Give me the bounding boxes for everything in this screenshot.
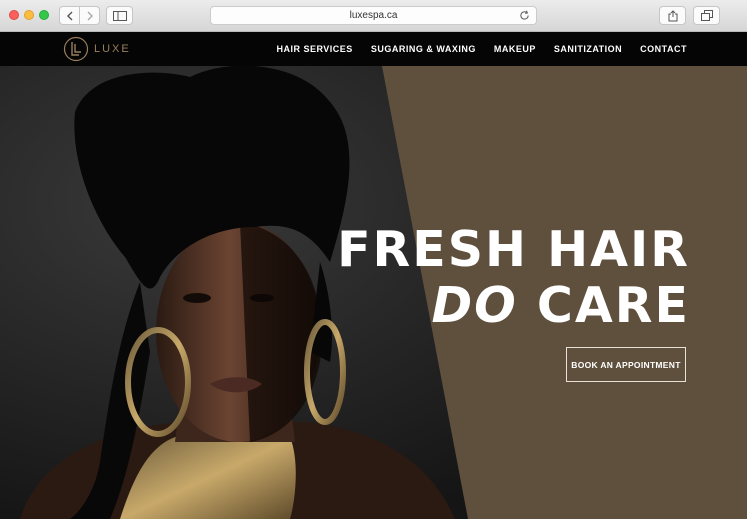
- forward-icon: [87, 11, 93, 20]
- nav-hair-services[interactable]: HAIR SERVICES: [276, 44, 352, 54]
- forward-button[interactable]: [79, 6, 100, 25]
- website-viewport: LUXE HAIR SERVICES SUGARING & WAXING MAK…: [0, 32, 747, 519]
- tabs-icon: [700, 10, 713, 21]
- main-nav: HAIR SERVICES SUGARING & WAXING MAKEUP S…: [258, 32, 687, 66]
- zoom-window-button[interactable]: [39, 10, 49, 20]
- book-appointment-button[interactable]: BOOK AN APPOINTMENT: [566, 347, 686, 382]
- browser-toolbar: luxespa.ca: [0, 0, 747, 32]
- reload-icon[interactable]: [519, 10, 530, 21]
- share-icon: [668, 9, 677, 21]
- sidebar-button[interactable]: [106, 6, 133, 25]
- luxe-monogram-icon: [63, 36, 89, 62]
- minimize-window-button[interactable]: [24, 10, 34, 20]
- sidebar-icon: [112, 10, 127, 21]
- share-button[interactable]: [659, 6, 686, 25]
- nav-contact[interactable]: CONTACT: [640, 44, 687, 54]
- headline-line-2: DO CARE: [337, 278, 690, 334]
- headline-line-1: FRESH HAIR: [337, 221, 690, 278]
- headline-word: CARE: [536, 277, 690, 334]
- nav-makeup[interactable]: MAKEUP: [494, 44, 536, 54]
- url-text: luxespa.ca: [349, 10, 398, 21]
- headline-italic-word: DO: [431, 277, 518, 334]
- address-bar[interactable]: luxespa.ca: [210, 6, 537, 25]
- back-icon: [66, 11, 72, 20]
- close-window-button[interactable]: [9, 10, 19, 20]
- site-header: LUXE HAIR SERVICES SUGARING & WAXING MAK…: [0, 32, 747, 66]
- nav-sanitization[interactable]: SANITIZATION: [554, 44, 622, 54]
- hero-headline: FRESH HAIR DO CARE: [337, 222, 690, 334]
- back-button[interactable]: [59, 6, 80, 25]
- tabs-button[interactable]: [693, 6, 720, 25]
- luxe-logo[interactable]: LUXE: [63, 36, 131, 62]
- nav-sugaring-waxing[interactable]: SUGARING & WAXING: [371, 44, 476, 54]
- logo-text: LUXE: [94, 43, 131, 55]
